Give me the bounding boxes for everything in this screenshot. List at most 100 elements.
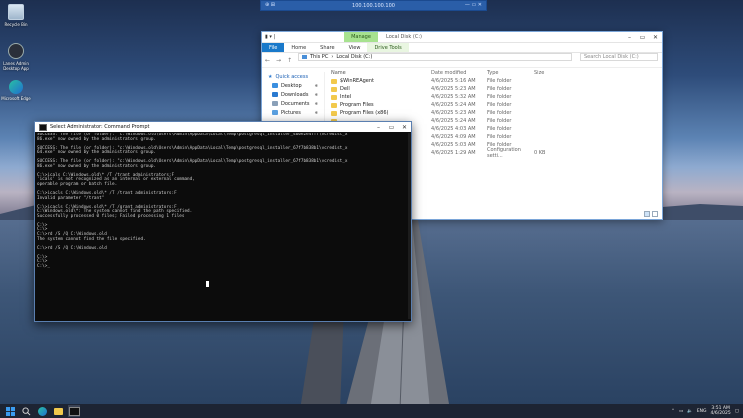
nav-item-desktop[interactable]: Desktop ✱	[262, 81, 324, 90]
file-row[interactable]: Program Files 4/6/2025 5:24 AM File folder	[325, 101, 661, 109]
file-name-cell: Program Files	[325, 102, 431, 108]
network-icon[interactable]: ▭	[679, 409, 683, 414]
details-view-icon[interactable]	[644, 211, 650, 217]
breadcrumb-this-pc[interactable]: This PC	[310, 54, 328, 60]
close-button[interactable]: ✕	[398, 122, 411, 132]
edge-icon[interactable]	[36, 405, 48, 417]
minimize-button[interactable]: –	[623, 32, 636, 42]
file-type: File folder	[487, 94, 512, 100]
nav-item-label: Pictures	[281, 109, 301, 116]
close-button[interactable]: ✕	[649, 32, 662, 42]
folder-icon	[331, 102, 337, 108]
window-controls: – ▭ ✕	[623, 32, 662, 42]
remote-connection-bar[interactable]: ⊕ ⊞ 100.100.100.100 — ▭ ✕	[260, 0, 487, 11]
file-type: File folder	[487, 78, 512, 84]
nav-item-pictures[interactable]: Pictures ✱	[262, 108, 324, 117]
cmd-icon[interactable]	[68, 405, 80, 417]
pin-icon: ✱	[314, 83, 318, 88]
cmd-title-bar[interactable]: Select Administrator: Command Prompt – ▭…	[35, 122, 411, 132]
console-output[interactable]: SUCCESS: The file (or folder): "c:\Windo…	[37, 133, 407, 319]
file-type: File folder	[487, 134, 512, 140]
file-name: $WinREAgent	[340, 78, 375, 84]
file-name: Program Files (x86)	[340, 110, 389, 116]
minimize-button[interactable]: –	[372, 122, 385, 132]
search-box[interactable]: Search Local Disk (C:)	[580, 53, 658, 61]
console-line: C:\>_	[37, 263, 50, 269]
file-name-cell: $WinREAgent	[325, 78, 431, 84]
search-placeholder: Search Local Disk (C:)	[584, 54, 639, 60]
breadcrumb-local-disk[interactable]: Local Disk (C:)	[336, 54, 372, 60]
recycle-bin-icon	[8, 4, 24, 20]
tab-share[interactable]: Share	[313, 43, 341, 52]
command-prompt-window[interactable]: Select Administrator: Command Prompt – ▭…	[34, 121, 412, 322]
file-date: 4/6/2025 5:32 AM	[431, 94, 476, 100]
explorer-title-bar[interactable]: ▮ ▾ | Manage Local Disk (C:) – ▭ ✕	[262, 32, 662, 43]
file-date: 4/6/2025 5:03 AM	[431, 142, 476, 148]
this-pc-icon	[302, 55, 307, 59]
file-name-cell: Intel	[325, 94, 431, 100]
file-name: Dell	[340, 86, 350, 92]
manage-contextual-tab[interactable]: Manage	[344, 32, 378, 42]
mouse-cursor-ibeam	[206, 281, 209, 287]
pin-icon[interactable]: ⊕ ⊞	[265, 2, 275, 8]
desktop-icon-label: Microsoft Edge	[1, 96, 31, 101]
desktop-icon-recycle-bin[interactable]: Recycle Bin	[1, 4, 31, 27]
file-list-header: Name Date modified Type Size	[325, 69, 661, 77]
file-row[interactable]: Program Files (x86) 4/6/2025 5:23 AM File …	[325, 109, 661, 117]
file-row[interactable]: Intel 4/6/2025 5:32 AM File folder	[325, 93, 661, 101]
window-controls: – ▭ ✕	[372, 122, 411, 132]
file-name-cell: Dell	[325, 86, 431, 92]
remote-window-controls[interactable]: — ▭ ✕	[465, 2, 482, 8]
back-icon[interactable]: ←	[265, 57, 270, 64]
file-explorer-icon[interactable]	[52, 405, 64, 417]
column-name[interactable]: Name	[325, 70, 431, 76]
file-row[interactable]: $WinREAgent 4/6/2025 5:16 AM File folder	[325, 77, 661, 85]
tab-file[interactable]: File	[262, 43, 285, 52]
nav-item-downloads[interactable]: Downloads ✱	[262, 90, 324, 99]
edge-icon	[9, 80, 23, 94]
quick-access-toolbar[interactable]: ▮ ▾ |	[265, 34, 275, 40]
pin-icon: ✱	[314, 101, 318, 106]
nav-item-label: Downloads	[281, 91, 309, 98]
file-name: Program Files	[340, 102, 374, 108]
up-icon[interactable]: ↑	[287, 57, 292, 64]
nav-item-label: Quick access	[275, 73, 309, 80]
forward-icon[interactable]: →	[276, 57, 281, 64]
address-bar[interactable]: This PC › Local Disk (C:)	[298, 53, 572, 61]
start-icon[interactable]	[4, 405, 16, 417]
column-type[interactable]: Type	[487, 70, 534, 76]
tab-view[interactable]: View	[342, 43, 368, 52]
nav-item-quick-access[interactable]: ★ Quick access	[262, 72, 324, 81]
system-tray: ⌃ ▭ 🔈 ENG 3:51 AM 4/6/2025 ▢	[671, 404, 739, 418]
file-date: 4/6/2025 5:24 AM	[431, 102, 476, 108]
file-type: File folder	[487, 102, 512, 108]
language-indicator[interactable]: ENG	[697, 409, 707, 414]
search-icon[interactable]	[20, 405, 32, 417]
scrollbar[interactable]	[408, 133, 411, 319]
volume-icon[interactable]: 🔈	[687, 409, 693, 414]
tab-home[interactable]: Home	[284, 43, 313, 52]
window-title: Local Disk (C:)	[386, 34, 422, 40]
maximize-button[interactable]: ▭	[636, 32, 649, 42]
file-type: Configuration setti...	[487, 147, 521, 159]
ribbon-tabs: File Home Share View Drive Tools	[262, 43, 662, 53]
download-icon	[272, 92, 278, 97]
maximize-button[interactable]: ▭	[385, 122, 398, 132]
file-row[interactable]: Dell 4/6/2025 5:23 AM File folder	[325, 85, 661, 93]
nav-item-label: Documents	[281, 100, 310, 107]
column-size[interactable]: Size	[534, 70, 564, 76]
file-size: 0 KB	[534, 150, 546, 156]
notification-icon[interactable]: ▢	[735, 409, 739, 414]
desktop-icon-label: Recycle Bin	[4, 22, 28, 27]
folder-icon	[331, 110, 337, 116]
desktop-icon	[272, 83, 278, 88]
desktop-icon-edge[interactable]: Microsoft Edge	[1, 80, 31, 101]
desktop-icon-admin-app[interactable]: Lanes Admin Desktop App	[1, 43, 31, 71]
file-type: File folder	[487, 86, 512, 92]
chevron-up-icon[interactable]: ⌃	[671, 409, 675, 414]
large-icons-view-icon[interactable]	[652, 211, 658, 217]
nav-item-documents[interactable]: Documents ✱	[262, 99, 324, 108]
tab-drive-tools[interactable]: Drive Tools	[367, 43, 409, 52]
clock[interactable]: 3:51 AM 4/6/2025	[711, 406, 731, 416]
column-date-modified[interactable]: Date modified	[431, 70, 487, 76]
